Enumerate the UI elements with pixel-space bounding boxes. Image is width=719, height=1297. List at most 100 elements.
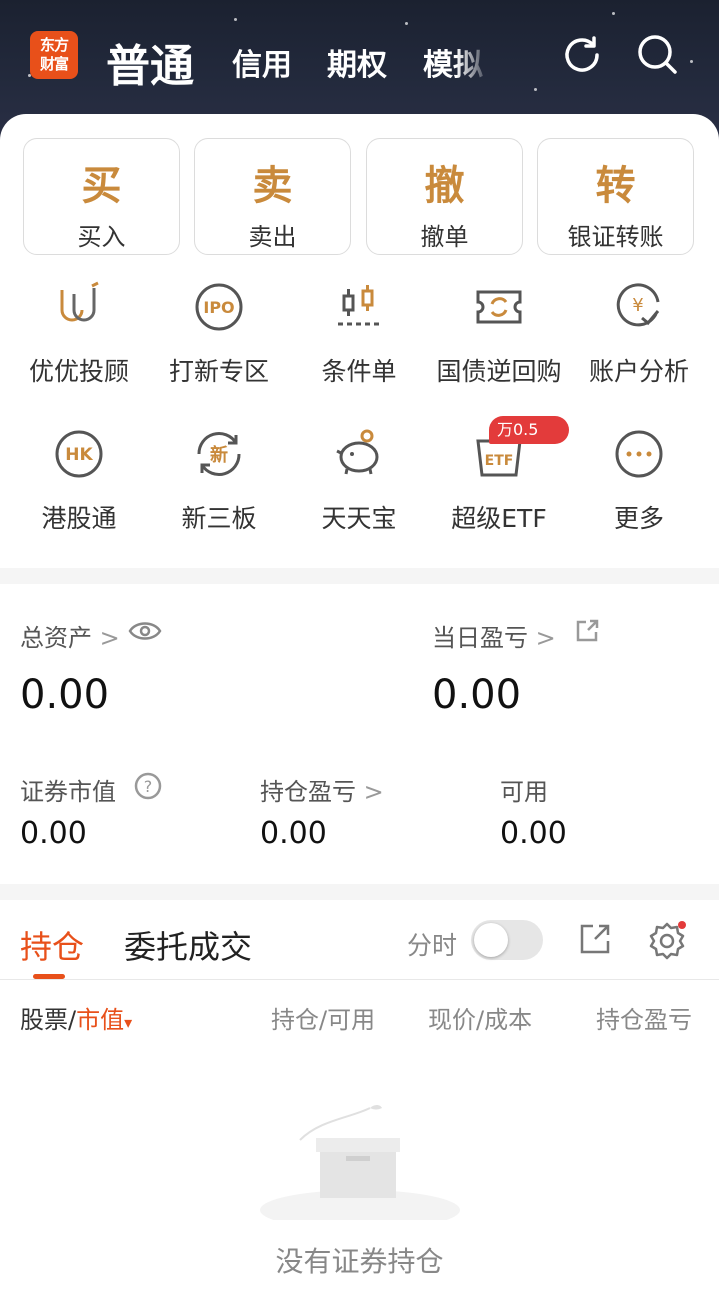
- grid-label: 国债逆回购: [436, 357, 562, 386]
- cancel-order-button[interactable]: 撤 撤单: [366, 138, 523, 255]
- chevron-right-icon: >: [99, 624, 120, 652]
- tab-credit[interactable]: 信用: [232, 40, 292, 84]
- grid-label: 超级ETF: [451, 504, 547, 533]
- hk-connect-icon: HK: [55, 430, 103, 478]
- grid-item-ipo[interactable]: IPO 打新专区: [149, 280, 289, 388]
- logo-text-line1: 东方: [39, 36, 69, 54]
- grid-label: 更多: [613, 504, 664, 533]
- svg-text:ETF: ETF: [485, 453, 514, 469]
- grid-item-condition-order[interactable]: 条件单: [289, 280, 429, 388]
- cancel-label: 撤单: [420, 223, 469, 251]
- transfer-label: 银证转账: [567, 223, 664, 251]
- tab-options[interactable]: 期权: [327, 40, 387, 84]
- column-header-pl: 持仓盈亏: [596, 1006, 692, 1034]
- etf-fee-badge: 万0.5: [489, 416, 569, 444]
- grid-label: 天天宝: [321, 504, 397, 533]
- svg-text:?: ?: [144, 777, 153, 796]
- refresh-icon[interactable]: [559, 32, 605, 78]
- buy-label: 买入: [77, 223, 126, 251]
- star-decoration: [405, 22, 408, 25]
- grid-label: 打新专区: [168, 357, 269, 386]
- grid-label: 港股通: [41, 504, 117, 533]
- grid-item-more[interactable]: 更多: [569, 427, 709, 535]
- sell-button[interactable]: 卖 卖出: [194, 138, 351, 255]
- asset-summary: 总资产 > 0.00 当日盈亏 > 0.00 证券市值 ? 0.00 持仓盈亏 …: [0, 584, 719, 884]
- column-header-stock[interactable]: 股票/市值▾: [20, 1000, 132, 1035]
- piggy-bank-icon: [336, 429, 379, 475]
- tab-normal[interactable]: 普通: [106, 30, 194, 94]
- grid-item-account-analysis[interactable]: ¥ 账户分析: [569, 280, 709, 388]
- tab-divider: [0, 979, 719, 980]
- empty-state-text: 没有证券持仓: [275, 1245, 444, 1278]
- help-icon[interactable]: ?: [134, 772, 162, 800]
- ipo-icon: IPO: [195, 283, 243, 331]
- logo-text-line2: 财富: [39, 55, 69, 73]
- eye-icon[interactable]: [128, 618, 162, 644]
- repo-icon: [476, 290, 522, 324]
- neeq-icon: 新: [197, 432, 241, 476]
- market-value-label: 证券市值: [20, 778, 116, 806]
- positions-panel: 持仓 委托成交 分时 股票/市值▾ 持仓/可用 现价/成本 持仓盈亏 没有证券持…: [0, 900, 719, 1297]
- tab-holdings[interactable]: 持仓: [20, 922, 84, 968]
- bank-transfer-button[interactable]: 转 银证转账: [537, 138, 694, 255]
- grid-item-advisor[interactable]: 优优投顾: [9, 280, 149, 388]
- svg-text:¥: ¥: [632, 295, 643, 316]
- star-decoration: [534, 88, 537, 91]
- total-assets-label[interactable]: 总资产 >: [20, 618, 120, 653]
- buy-button[interactable]: 买 买入: [23, 138, 180, 255]
- grid-item-piggy-bank[interactable]: 天天宝: [289, 427, 429, 535]
- account-analysis-icon: ¥: [616, 283, 660, 327]
- available-label: 可用: [500, 778, 548, 806]
- settings-icon[interactable]: [647, 920, 689, 960]
- share-icon[interactable]: [574, 618, 600, 644]
- star-decoration: [612, 12, 615, 15]
- market-value: 0.00: [20, 816, 87, 851]
- position-pl-value: 0.00: [260, 816, 327, 851]
- intraday-toggle[interactable]: [471, 920, 543, 960]
- chevron-right-icon: >: [363, 778, 384, 806]
- grid-label: 条件单: [321, 357, 397, 386]
- grid-label: 优优投顾: [28, 357, 129, 386]
- star-decoration: [690, 60, 693, 63]
- tab-orders[interactable]: 委托成交: [124, 922, 252, 968]
- total-assets-text: 总资产: [20, 624, 92, 652]
- buy-glyph: 买: [81, 162, 122, 209]
- column-header-qty: 持仓/可用: [271, 1006, 376, 1034]
- transfer-glyph: 转: [595, 162, 636, 209]
- trade-panel: 买 买入 卖 卖出 撤 撤单 转 银证转账 优优投顾 IPO 打新专区 条件单 …: [0, 114, 719, 568]
- daily-pl-value: 0.00: [432, 672, 522, 718]
- empty-box-illustration: [260, 1105, 460, 1220]
- sell-glyph: 卖: [252, 162, 293, 209]
- advisor-icon: [60, 281, 99, 322]
- daily-pl-text: 当日盈亏: [432, 624, 528, 652]
- position-pl-label[interactable]: 持仓盈亏 >: [260, 772, 384, 807]
- col-stock-text: 股票/: [20, 1006, 77, 1034]
- grid-label: 账户分析: [588, 357, 689, 386]
- chevron-right-icon: >: [535, 624, 556, 652]
- daily-pl-label[interactable]: 当日盈亏 >: [432, 618, 556, 653]
- col-market-value-text: 市值: [76, 1006, 125, 1034]
- sort-icon: ▾: [124, 1013, 133, 1032]
- toggle-knob: [474, 923, 508, 957]
- grid-item-repo[interactable]: 国债逆回购: [429, 280, 569, 388]
- svg-text:HK: HK: [65, 445, 93, 465]
- grid-item-neeq[interactable]: 新 新三板: [149, 427, 289, 535]
- export-icon[interactable]: [578, 922, 612, 956]
- tab-simulation[interactable]: 模拟: [423, 40, 483, 84]
- star-decoration: [234, 18, 237, 21]
- grid-label: 新三板: [181, 504, 257, 533]
- position-pl-text: 持仓盈亏: [260, 778, 356, 806]
- cancel-glyph: 撤: [424, 162, 465, 209]
- app-logo: 东方 财富: [30, 31, 78, 79]
- svg-text:IPO: IPO: [203, 298, 234, 317]
- total-assets-value: 0.00: [20, 672, 110, 718]
- condition-order-icon: [338, 285, 380, 326]
- column-header-price: 现价/成本: [428, 1006, 533, 1034]
- svg-text:新: 新: [210, 444, 228, 466]
- grid-item-hk-connect[interactable]: HK 港股通: [9, 427, 149, 535]
- intraday-label: 分时: [407, 931, 458, 960]
- more-icon: [615, 430, 663, 478]
- search-icon[interactable]: [635, 32, 681, 78]
- sell-label: 卖出: [248, 223, 297, 251]
- available-value: 0.00: [500, 816, 567, 851]
